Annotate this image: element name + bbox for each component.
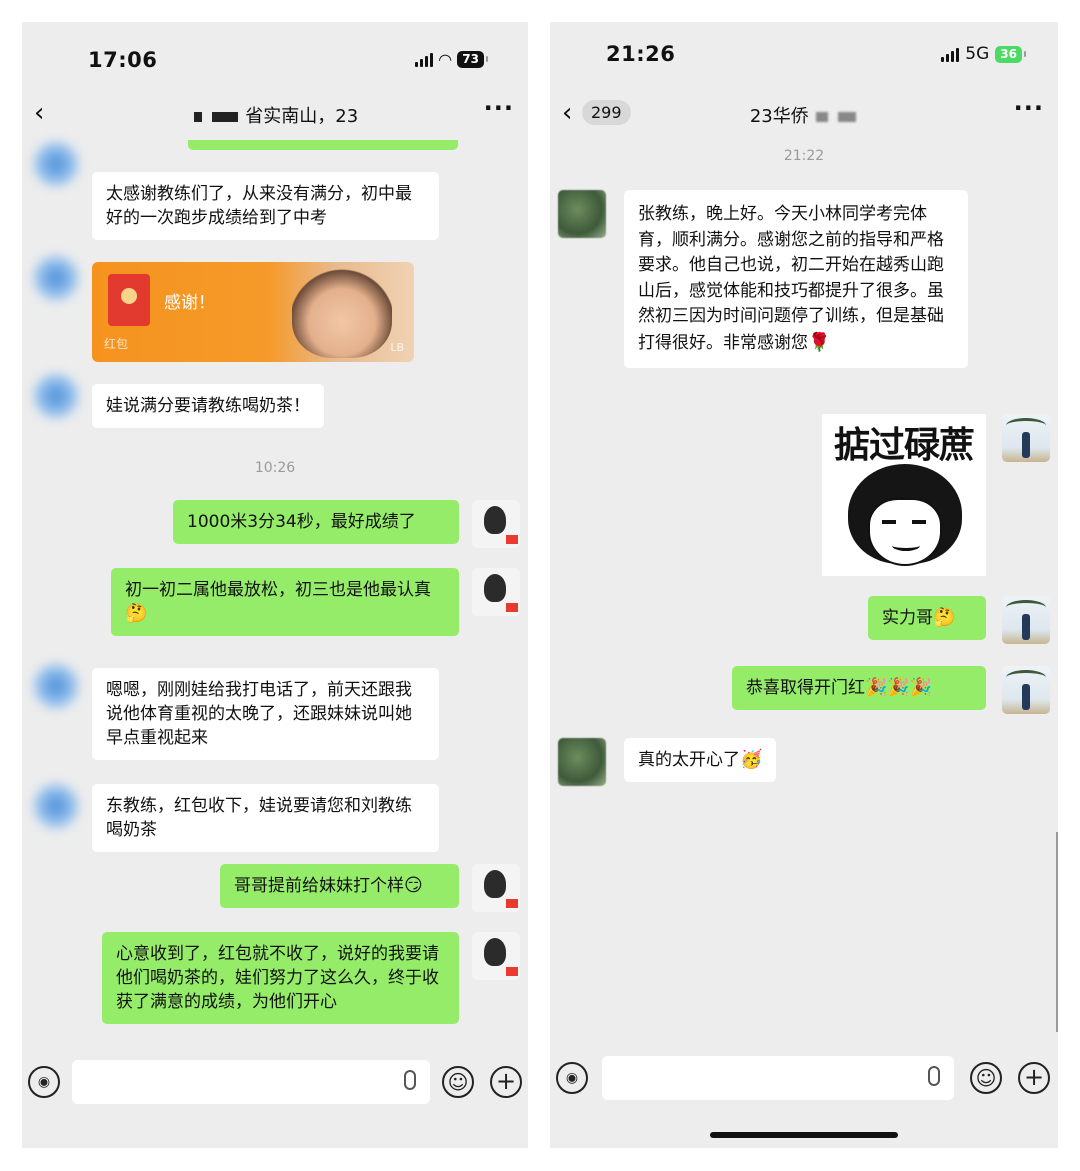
emoji-icon[interactable]: ☺ (970, 1062, 1002, 1094)
red-packet-title: 感谢！ (164, 293, 215, 313)
red-packet-mark: LB (390, 341, 404, 354)
more-options-icon[interactable]: ··· (484, 94, 514, 122)
timestamp: 21:22 (783, 148, 825, 164)
signal-icon (414, 52, 433, 67)
chat-title: 23华侨 (550, 102, 1058, 128)
message-bubble[interactable]: 娃说满分要请教练喝奶茶！ (92, 384, 324, 428)
avatar[interactable] (1002, 666, 1050, 714)
battery-icon: 73 (457, 51, 488, 68)
more-options-icon[interactable]: ··· (1014, 94, 1044, 122)
plus-icon[interactable]: + (490, 1066, 522, 1098)
message-bubble[interactable]: 嗯嗯，刚刚娃给我打电话了，前天还跟我说他体育重视的太晚了，还跟妹妹说叫她早点重视… (92, 668, 439, 760)
chat-header: ‹ 299 23华侨 ··· (550, 92, 1058, 140)
rose-emoji-icon: 🌹 (808, 331, 831, 353)
status-bar: 17:06 ◠ 73 (22, 22, 528, 86)
thinking-emoji-icon: 🤔 (125, 603, 148, 624)
signal-icon (941, 47, 960, 62)
redacted-mark (838, 112, 857, 122)
message-bubble[interactable]: 太感谢教练们了，从来没有满分，初中最好的一次跑步成绩给到了中考 (92, 172, 439, 240)
chat-header: ‹ 省实南山，23 ··· (22, 92, 528, 140)
avatar[interactable] (32, 254, 80, 302)
chat-screen-left: 17:06 ◠ 73 ‹ 省实南山，23 ··· 太感谢教练们了，从来没有满分，… (22, 22, 528, 1148)
message-text: 真的太开心了 (638, 750, 740, 770)
message-bubble[interactable]: 初一初二属他最放松，初三也是他最认真 🤔 (111, 568, 459, 636)
avatar[interactable] (558, 190, 606, 238)
message-input[interactable] (72, 1060, 430, 1104)
network-label: 5G (965, 44, 990, 64)
avatar[interactable] (32, 372, 80, 420)
red-packet-label: 红包 (104, 337, 129, 351)
wifi-icon: ◠ (438, 50, 452, 69)
sticker-face-icon (868, 498, 942, 566)
status-bar: 21:26 5G 36 (550, 22, 1058, 86)
timestamp: 10:26 (254, 460, 296, 476)
red-packet-cover-photo (292, 268, 392, 358)
redacted-mark (816, 112, 829, 122)
avatar[interactable] (1002, 596, 1050, 644)
redacted-mark (211, 112, 238, 122)
battery-icon: 36 (995, 45, 1026, 63)
home-indicator[interactable] (710, 1132, 898, 1138)
message-bubble[interactable]: 张教练，晚上好。今天小林同学考完体育，顺利满分。感谢您之前的指导和严格要求。他自… (624, 190, 968, 368)
thinking-emoji-icon: 🤔 (933, 607, 956, 628)
red-packet-card[interactable]: 感谢！ 红包 LB (92, 262, 414, 362)
emoji-icon[interactable]: ☺ (442, 1066, 474, 1098)
smirk-emoji-icon: 😏 (404, 875, 423, 896)
meme-sticker[interactable]: 掂过碌蔗 (822, 414, 986, 576)
message-input[interactable] (602, 1056, 954, 1100)
red-packet-icon (108, 274, 150, 326)
chat-title-text: 省实南山，23 (245, 106, 359, 127)
redacted-mark (193, 112, 202, 122)
avatar[interactable] (472, 932, 520, 980)
message-bubble-partial (188, 140, 458, 150)
chat-screen-right: 21:26 5G 36 ‹ 299 23华侨 ··· 21:22 张教练，晚上好… (550, 22, 1058, 1148)
message-text: 实力哥 (882, 608, 933, 628)
partying-face-emoji-icon: 🥳 (740, 749, 763, 770)
message-bubble[interactable]: 真的太开心了🥳 (624, 738, 777, 782)
avatar[interactable] (32, 140, 80, 188)
message-bubble[interactable]: 实力哥🤔 (868, 596, 986, 640)
status-time: 17:06 (88, 48, 158, 72)
chat-title-text: 23华侨 (749, 106, 809, 127)
message-bubble[interactable]: 恭喜取得开门红🎉🎉🎉 (732, 666, 986, 710)
plus-icon[interactable]: + (1018, 1062, 1050, 1094)
message-bubble[interactable]: 1000米3分34秒，最好成绩了 (173, 500, 459, 544)
sticker-caption: 掂过碌蔗 (833, 425, 975, 466)
avatar[interactable] (472, 500, 520, 548)
chat-title: 省实南山，23 (22, 102, 528, 128)
voice-icon[interactable]: ◉ (28, 1066, 60, 1098)
message-text: 张教练，晚上好。今天小林同学考完体育，顺利满分。感谢您之前的指导和严格要求。他自… (638, 204, 944, 353)
message-bubble[interactable]: 心意收到了，红包就不收了，说好的我要请他们喝奶茶的，娃们努力了这么久，终于收获了… (102, 932, 459, 1024)
avatar[interactable] (472, 568, 520, 616)
status-time: 21:26 (606, 42, 676, 66)
input-bar: ◉ ☺ + (22, 1052, 528, 1114)
message-bubble[interactable]: 哥哥提前给妹妹打个样😏 (220, 864, 459, 908)
input-bar: ◉ ☺ + (550, 1048, 1058, 1110)
avatar[interactable] (558, 738, 606, 786)
avatar[interactable] (32, 662, 80, 710)
avatar[interactable] (472, 864, 520, 912)
message-bubble[interactable]: 东教练，红包收下，娃说要请您和刘教练喝奶茶 (92, 784, 439, 852)
message-text: 初一初二属他最放松，初三也是他最认真 (125, 580, 431, 600)
scrollbar[interactable] (1056, 832, 1058, 1032)
avatar[interactable] (32, 782, 80, 830)
party-popper-emoji-icon: 🎉🎉🎉 (865, 677, 933, 698)
message-text: 哥哥提前给妹妹打个样 (234, 876, 404, 896)
mic-icon[interactable] (404, 1070, 416, 1090)
avatar[interactable] (1002, 414, 1050, 462)
voice-icon[interactable]: ◉ (556, 1062, 588, 1094)
mic-icon[interactable] (928, 1066, 940, 1086)
message-text: 恭喜取得开门红 (746, 678, 865, 698)
